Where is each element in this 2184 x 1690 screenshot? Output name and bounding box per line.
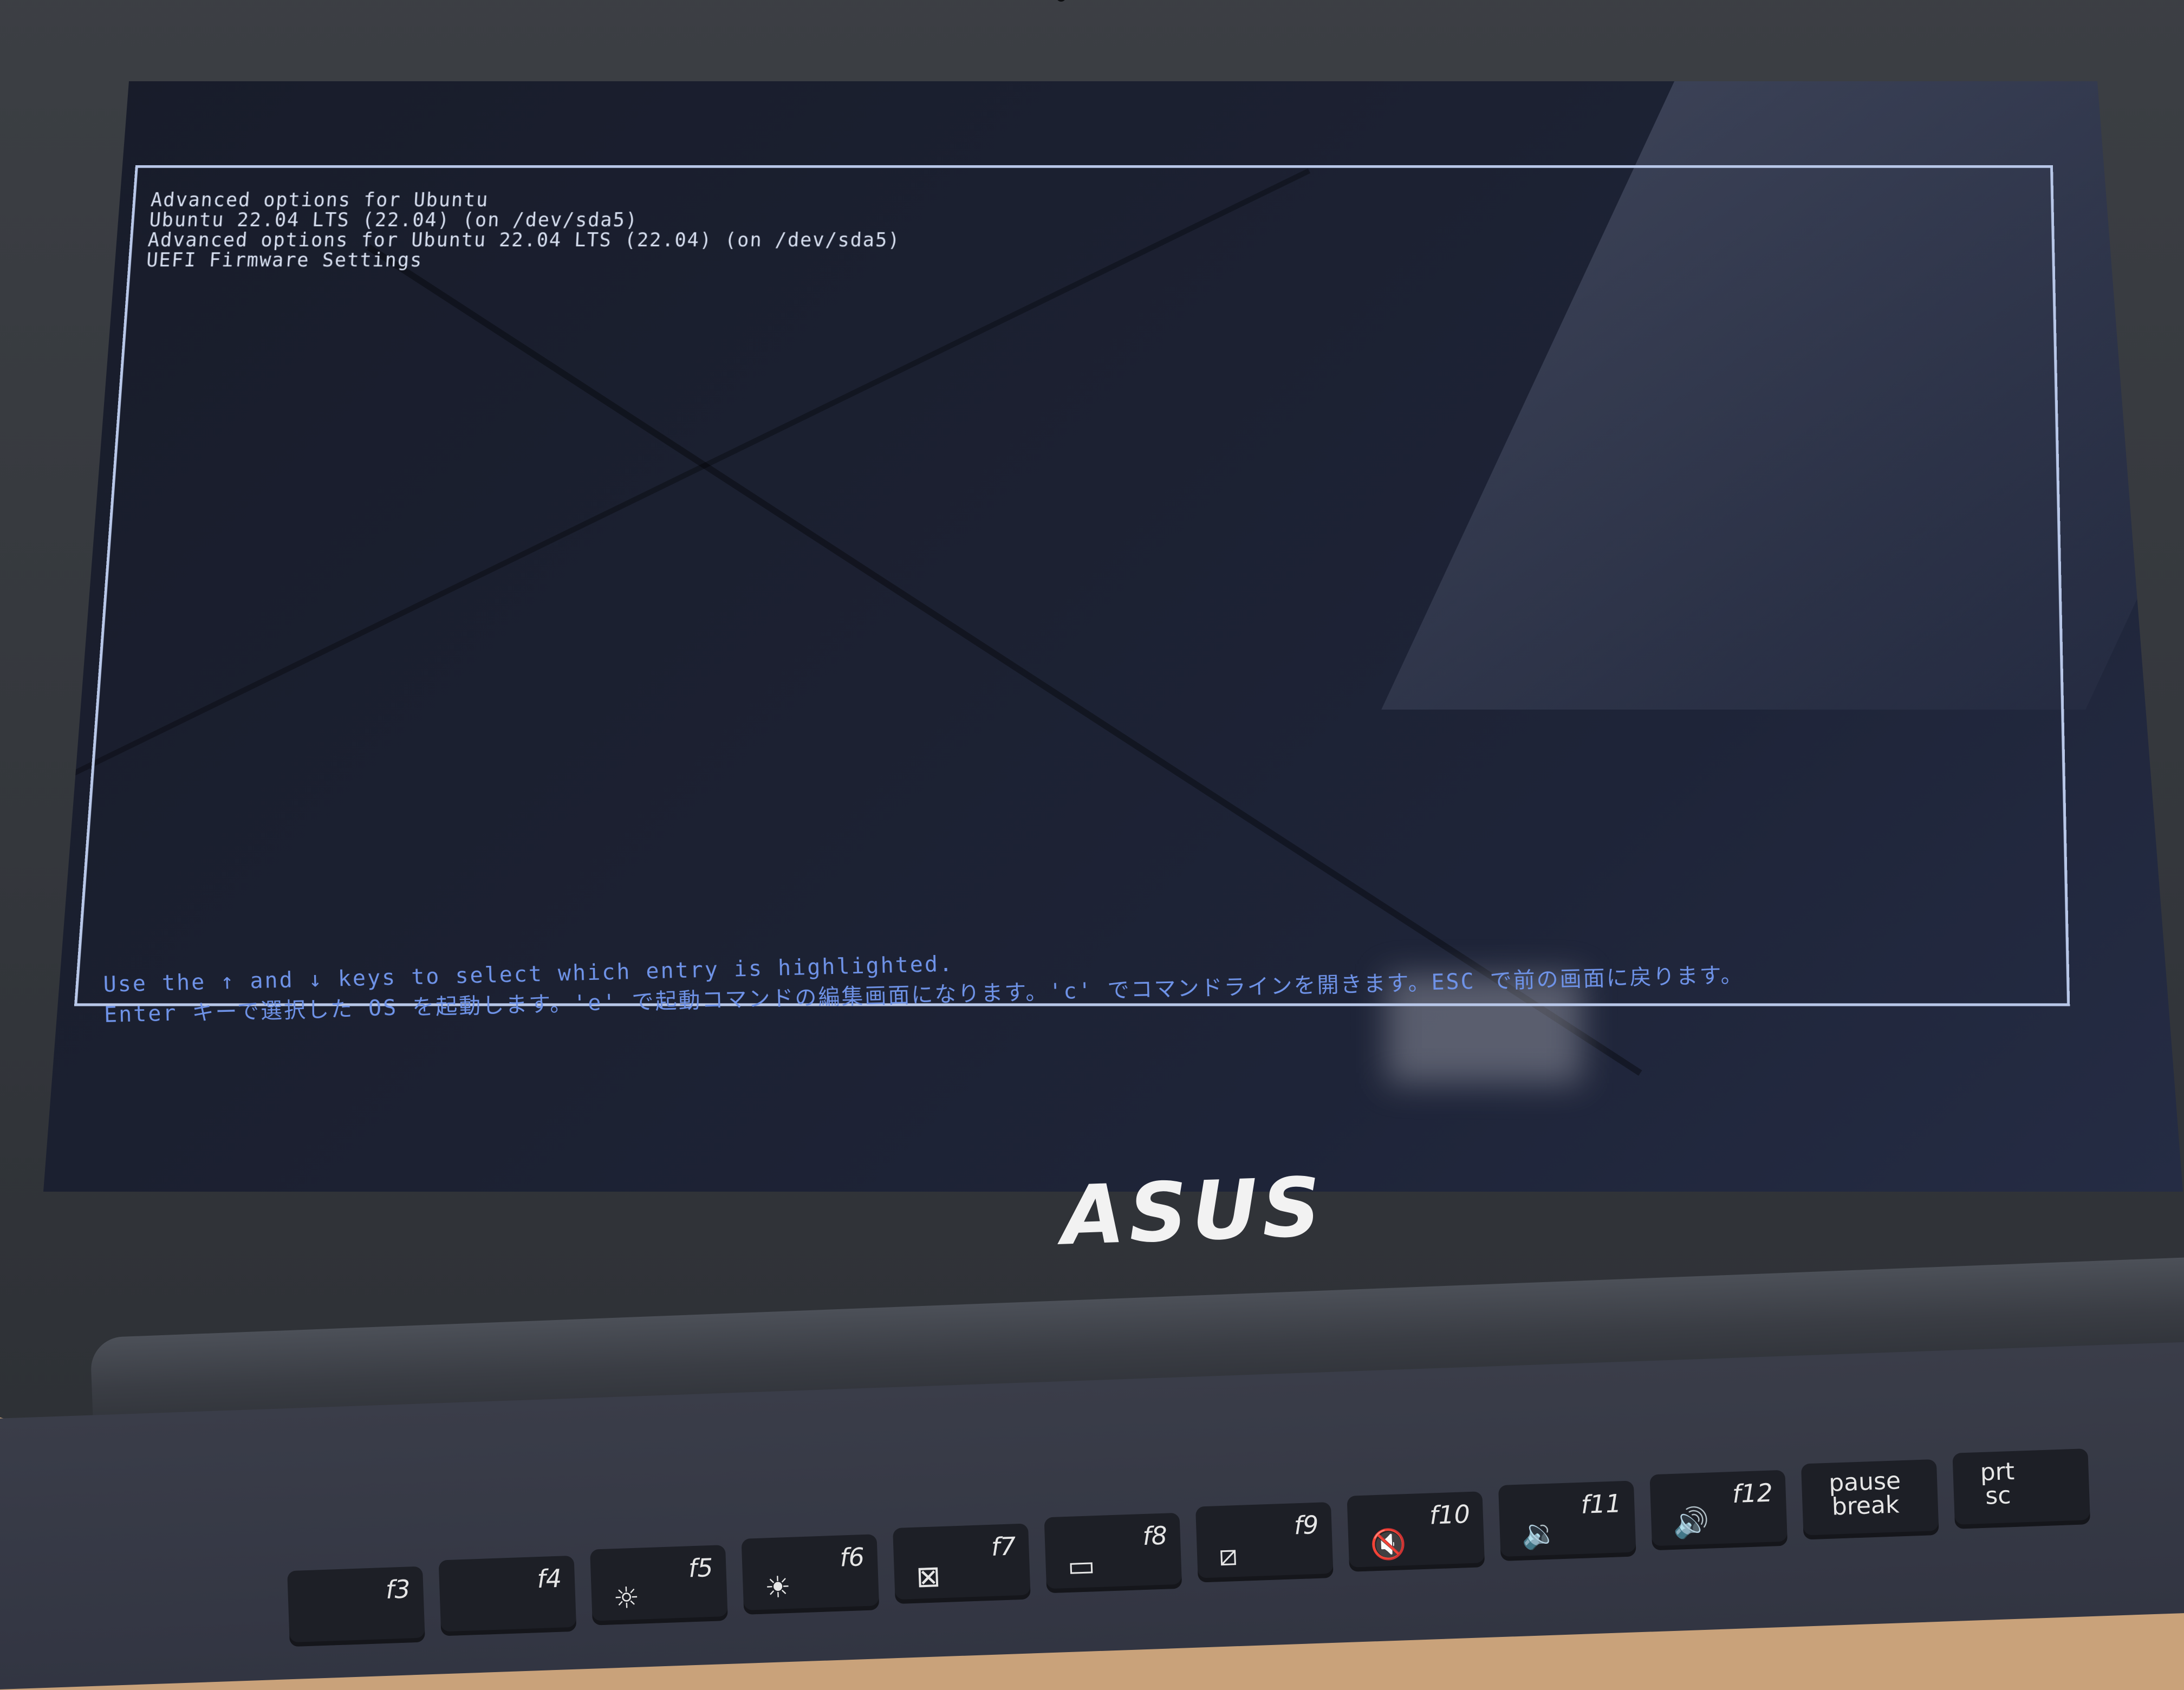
- projector-icon: ▭: [1067, 1548, 1096, 1583]
- key-label: f6: [839, 1542, 865, 1572]
- key-label: f8: [1142, 1520, 1168, 1551]
- grub-entry-advanced-ubuntu[interactable]: Advanced options for Ubuntu: [150, 190, 902, 211]
- key-pause-break[interactable]: pause break: [1800, 1459, 1939, 1540]
- touchpad-icon: ⧄: [1218, 1538, 1238, 1573]
- brightness-down-icon: ☼: [613, 1580, 640, 1616]
- key-f6[interactable]: f6 ☀: [741, 1534, 880, 1615]
- key-label: f9: [1293, 1510, 1320, 1540]
- key-label: f5: [687, 1552, 714, 1583]
- key-label: pause break: [1828, 1467, 1901, 1521]
- grub-entry-ubuntu-sda5[interactable]: Ubuntu 22.04 LTS (22.04) (on /dev/sda5): [148, 210, 901, 231]
- laptop-screen: Advanced options for Ubuntu Ubuntu 22.04…: [43, 81, 2183, 1192]
- key-prt-sc[interactable]: prt sc: [1952, 1448, 2091, 1529]
- key-label: f4: [536, 1563, 562, 1594]
- display-off-icon: ⊠: [915, 1559, 941, 1594]
- key-f7[interactable]: f7 ⊠: [893, 1523, 1031, 1604]
- grub-entry-advanced-ubuntu-sda5[interactable]: Advanced options for Ubuntu 22.04 LTS (2…: [147, 230, 901, 251]
- volume-up-icon: 🔊: [1672, 1505, 1710, 1540]
- key-f9[interactable]: f9 ⧄: [1195, 1502, 1334, 1583]
- grub-entry-uefi-settings[interactable]: UEFI Firmware Settings: [146, 250, 900, 271]
- grub-menu: Advanced options for Ubuntu Ubuntu 22.04…: [146, 190, 902, 271]
- grub-menu-frame: Advanced options for Ubuntu Ubuntu 22.04…: [74, 165, 2070, 1006]
- key-label: f12: [1732, 1478, 1773, 1509]
- key-f10[interactable]: f10 🔇: [1347, 1491, 1485, 1572]
- key-label: f11: [1580, 1488, 1622, 1519]
- key-label: f7: [990, 1531, 1017, 1562]
- key-f3[interactable]: f3: [287, 1566, 425, 1647]
- key-f11[interactable]: f11 🔉: [1498, 1480, 1636, 1562]
- key-label: f10: [1429, 1499, 1471, 1530]
- volume-down-icon: 🔉: [1521, 1516, 1559, 1551]
- key-label: f3: [385, 1574, 411, 1604]
- webcam: [877, 0, 1257, 5]
- brightness-up-icon: ☀: [764, 1569, 792, 1605]
- mute-icon: 🔇: [1369, 1526, 1407, 1562]
- key-f5[interactable]: f5 ☼: [590, 1545, 728, 1626]
- key-f12[interactable]: f12 🔊: [1649, 1470, 1788, 1551]
- key-f8[interactable]: f8 ▭: [1044, 1512, 1182, 1594]
- key-label: prt sc: [1979, 1457, 2015, 1510]
- key-f4[interactable]: f4: [438, 1555, 577, 1636]
- asus-logo: ASUS: [1060, 1160, 1327, 1264]
